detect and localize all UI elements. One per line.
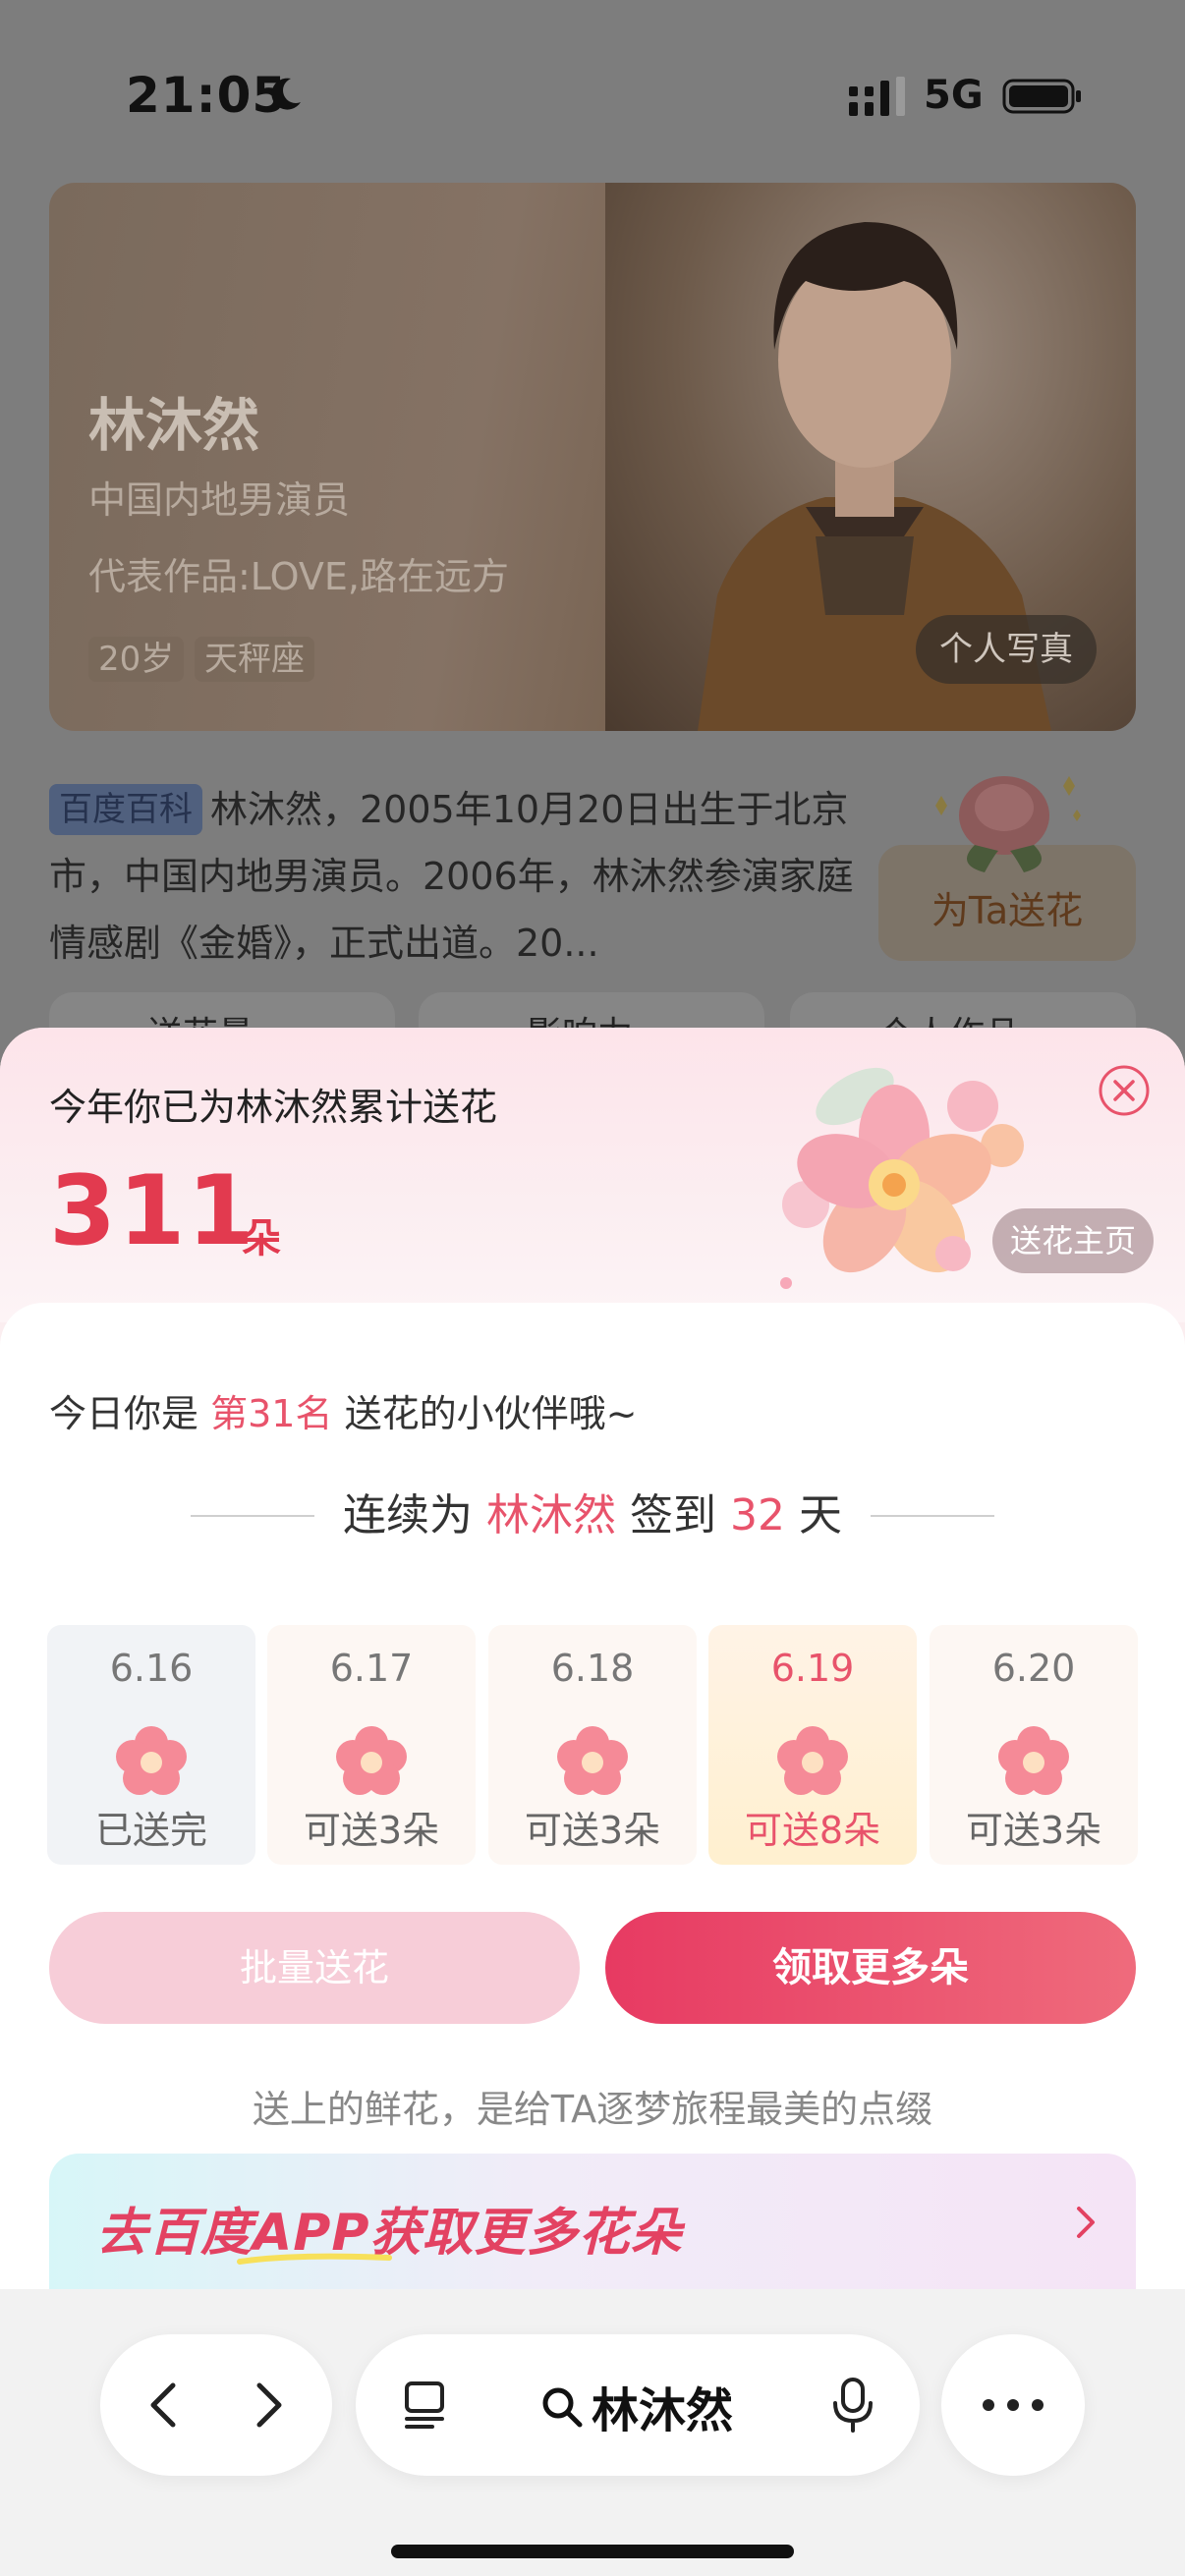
search-icon bbox=[542, 2387, 583, 2428]
network-type: 5G bbox=[924, 73, 984, 118]
personal-photo-button[interactable]: 个人写真 bbox=[916, 615, 1097, 684]
streak-text: 连续为 林沐然 签到 32 天 bbox=[0, 1480, 1185, 1542]
sheet-title: 今年你已为林沐然累计送花 bbox=[49, 1086, 498, 1129]
status-time: 21:05 bbox=[126, 67, 288, 124]
tabs-icon[interactable] bbox=[399, 2378, 454, 2433]
more-dots-icon bbox=[983, 2399, 1044, 2411]
flower-count-unit: 朵 bbox=[242, 1216, 281, 1261]
day-label: 可送3朵 bbox=[524, 1809, 661, 1852]
streak-mid: 签到 bbox=[630, 1490, 716, 1540]
day-date: 6.17 bbox=[329, 1647, 414, 1690]
day-date: 6.18 bbox=[550, 1647, 635, 1690]
day-card[interactable]: 6.17 可送3朵 bbox=[267, 1625, 476, 1865]
day-label: 可送3朵 bbox=[965, 1809, 1102, 1852]
moon-icon bbox=[271, 78, 301, 110]
tag-age: 20岁 bbox=[88, 637, 185, 682]
profile-subtitle: 中国内地男演员 bbox=[88, 478, 351, 522]
flower-icon bbox=[777, 1726, 848, 1795]
day-label: 已送完 bbox=[94, 1809, 207, 1852]
baike-badge: 百度百科 bbox=[49, 784, 202, 835]
flower-icon bbox=[116, 1726, 187, 1795]
baidu-app-promo-banner[interactable]: 去百度APP获取更多花朵 bbox=[49, 2154, 1136, 2291]
tag-zodiac: 天秤座 bbox=[195, 637, 314, 682]
rank-line: 今日你是 第31名 送花的小伙伴哦~ bbox=[49, 1383, 637, 1437]
streak-prefix: 连续为 bbox=[343, 1490, 473, 1540]
promo-underline-decoration bbox=[237, 2253, 392, 2265]
status-bar: 21:05 5G bbox=[0, 0, 1185, 187]
batch-send-button[interactable]: 批量送花 bbox=[49, 1912, 580, 2024]
navigation-pill bbox=[100, 2334, 332, 2476]
profile-works: 代表作品:LOVE,路在远方 bbox=[88, 555, 509, 598]
back-icon[interactable] bbox=[136, 2376, 195, 2435]
day-card[interactable]: 6.16 已送完 bbox=[47, 1625, 255, 1865]
profile-name: 林沐然 bbox=[88, 392, 260, 459]
close-icon[interactable] bbox=[1097, 1063, 1152, 1118]
profile-hero-card[interactable]: 林沐然 中国内地男演员 代表作品:LOVE,路在远方 20岁 天秤座 个人写真 bbox=[49, 183, 1136, 731]
flower-icon bbox=[998, 1726, 1069, 1795]
more-options-button[interactable] bbox=[941, 2334, 1085, 2476]
bio-paragraph[interactable]: 百度百科 林沐然，2005年10月20日出生于北京市，中国内地男演员。2006年，… bbox=[49, 776, 855, 977]
sheet-header: 今年你已为林沐然累计送花 311 朵 送花主页 bbox=[0, 1028, 1185, 1322]
day-card-today[interactable]: 6.19 可送8朵 bbox=[708, 1625, 917, 1865]
signal-icon bbox=[849, 77, 905, 116]
slogan-text: 送上的鲜花，是给TA逐梦旅程最美的点缀 bbox=[252, 2088, 933, 2131]
checkin-days: 6.16 已送完 6.17 可送3朵 6.18 可送3朵 6.19 可送8朵 6… bbox=[47, 1625, 1138, 1865]
rose-icon bbox=[935, 776, 1081, 872]
battery-icon bbox=[1002, 79, 1081, 114]
streak-name: 林沐然 bbox=[486, 1490, 616, 1540]
chevron-right-icon bbox=[1077, 2207, 1095, 2238]
rank-suffix: 送花的小伙伴哦~ bbox=[344, 1392, 638, 1435]
flower-icon bbox=[557, 1726, 628, 1795]
streak-row: 连续为 林沐然 签到 32 天 bbox=[0, 1480, 1185, 1548]
bouquet-icon bbox=[780, 1067, 1024, 1289]
day-label: 可送8朵 bbox=[744, 1809, 881, 1852]
day-card[interactable]: 6.20 可送3朵 bbox=[930, 1625, 1138, 1865]
flower-count: 311 bbox=[49, 1155, 256, 1267]
search-query-text: 林沐然 bbox=[592, 2383, 734, 2438]
home-indicator[interactable] bbox=[391, 2545, 794, 2558]
search-bar[interactable]: 林沐然 bbox=[356, 2334, 920, 2476]
forward-icon[interactable] bbox=[238, 2376, 297, 2435]
day-date: 6.19 bbox=[770, 1647, 855, 1690]
day-date: 6.20 bbox=[991, 1647, 1076, 1690]
rank-value: 第31名 bbox=[210, 1392, 333, 1435]
rank-prefix: 今日你是 bbox=[49, 1392, 199, 1435]
flower-icon bbox=[336, 1726, 407, 1795]
flower-home-button[interactable]: 送花主页 bbox=[992, 1208, 1154, 1273]
get-more-flowers-button[interactable]: 领取更多朵 bbox=[605, 1912, 1136, 2024]
day-date: 6.16 bbox=[109, 1647, 194, 1690]
day-label: 可送3朵 bbox=[303, 1809, 440, 1852]
streak-days: 32 bbox=[730, 1490, 785, 1540]
microphone-icon[interactable] bbox=[827, 2376, 878, 2435]
divider-right bbox=[871, 1515, 994, 1517]
day-card[interactable]: 6.18 可送3朵 bbox=[488, 1625, 697, 1865]
streak-unit: 天 bbox=[799, 1490, 842, 1540]
send-flower-label: 为Ta送花 bbox=[931, 889, 1084, 932]
